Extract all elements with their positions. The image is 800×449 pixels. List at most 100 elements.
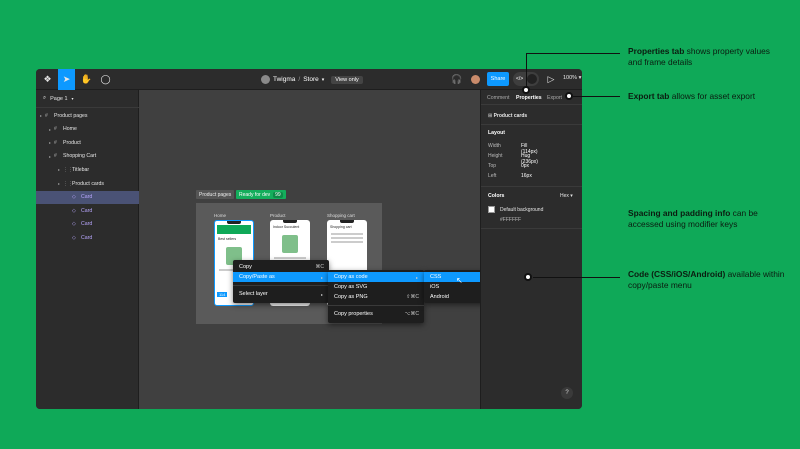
- property-label: Left: [488, 173, 497, 179]
- annotation-title: Export tab: [628, 91, 670, 101]
- toggle-knob: [527, 74, 537, 84]
- share-button[interactable]: Share: [487, 72, 509, 86]
- annotation-dot: [522, 86, 530, 94]
- component-icon: ◇: [72, 234, 76, 241]
- menu-item-copy-properties[interactable]: Copy properties ⌥⌘C: [328, 309, 424, 319]
- user-avatar[interactable]: [469, 69, 481, 90]
- layout-row-top: Top 0px: [488, 163, 529, 169]
- menu-item-copy-as-code[interactable]: Copy as code ▸: [328, 272, 424, 282]
- layers-divider: [36, 107, 139, 108]
- file-title: Twigma / Store ▾ View only: [261, 73, 363, 86]
- annotation-export: Export tab allows for asset export: [628, 91, 788, 102]
- layer-item[interactable]: ▸ ⋮⋮ Product cards: [36, 177, 139, 190]
- layout-heading: Layout: [488, 130, 506, 136]
- move-tool-icon[interactable]: ➤: [58, 69, 75, 90]
- annotation-line: [526, 53, 527, 89]
- phone-notch: [227, 221, 241, 224]
- menu-item-label: Copy: [239, 264, 252, 270]
- layer-item[interactable]: ◇ Card: [36, 218, 139, 231]
- frame-label-home: Home: [214, 213, 227, 218]
- size-badge: 114: [217, 292, 228, 297]
- layers-panel: ⌕ Page 1 ▾ ▸ # Product pages ▸ # Home ▸ # Produc…: [36, 90, 139, 409]
- menu-item-copy-as-png[interactable]: Copy as PNG ⇧⌘C: [328, 292, 424, 302]
- layer-item[interactable]: ◇ Card: [36, 190, 139, 204]
- menu-item-label: Select layer: [239, 291, 268, 297]
- chevron-down-icon[interactable]: ▾: [322, 77, 325, 83]
- menu-item-label: Copy as SVG: [334, 284, 368, 290]
- play-icon[interactable]: ▷: [545, 69, 557, 90]
- frame-icon: ⋮⋮: [63, 180, 73, 187]
- context-menu: Copy ⌘C Copy/Paste as ▸ Select layer ▸: [233, 260, 329, 303]
- toolbar: ❖ ➤ ✋ ◯ Twigma / Store ▾ View only 🎧 Sha…: [36, 69, 582, 90]
- page-selector[interactable]: ⌕ Page 1 ▾: [43, 95, 74, 102]
- page-name: Page 1: [50, 95, 68, 102]
- menu-item-copy[interactable]: Copy ⌘C: [233, 262, 329, 272]
- figma-menu-icon[interactable]: ❖: [39, 69, 56, 90]
- section-tag[interactable]: Product pages: [196, 190, 235, 199]
- layer-item[interactable]: ▸ ⋮⋮ Titlebar: [36, 163, 139, 176]
- tab-export[interactable]: Export: [547, 95, 562, 101]
- annotation-title: Spacing and padding info: [628, 208, 731, 218]
- chevron-right-icon: ▸: [320, 274, 323, 280]
- search-icon[interactable]: ⌕: [43, 95, 46, 102]
- project-name[interactable]: Twigma: [273, 76, 295, 83]
- layer-item[interactable]: ▸ # Home: [36, 123, 139, 136]
- headphones-icon[interactable]: 🎧: [450, 69, 464, 90]
- component-icon: ◇: [72, 194, 76, 201]
- file-name[interactable]: Store: [303, 76, 319, 83]
- text-line: [331, 237, 363, 239]
- help-button[interactable]: ?: [561, 387, 573, 399]
- menu-item-select-layer[interactable]: Select layer ▸: [233, 289, 329, 299]
- color-format-select[interactable]: Hex ▾: [560, 193, 573, 199]
- menu-item-label: Copy properties: [334, 311, 373, 317]
- component-icon: ◇: [72, 221, 76, 228]
- frame-label-product: Product: [270, 213, 286, 218]
- color-hex[interactable]: #FFFFFF: [500, 217, 521, 223]
- menu-item-label: Copy as code: [334, 274, 368, 280]
- promo-banner: [217, 225, 251, 234]
- menu-separator: [233, 285, 329, 286]
- color-name: Default background: [500, 207, 544, 213]
- menu-item-copy-as-svg[interactable]: Copy as SVG: [328, 282, 424, 292]
- annotation-code: Code (CSS/iOS/Android) available within …: [628, 269, 788, 291]
- comment-tool-icon[interactable]: ◯: [97, 69, 114, 90]
- ready-count: 99: [273, 191, 283, 198]
- divider: [481, 186, 582, 187]
- frame-icon: #: [54, 139, 57, 146]
- colors-heading: Colors: [488, 193, 505, 199]
- color-swatch[interactable]: [488, 206, 495, 213]
- layer-item[interactable]: ▸ # Product: [36, 136, 139, 149]
- property-value[interactable]: 16px: [521, 173, 532, 179]
- tab-comment[interactable]: Comment: [487, 95, 510, 101]
- annotation-dot: [565, 92, 573, 100]
- layer-label: Product pages: [54, 112, 88, 119]
- menu-item-copy-paste-as[interactable]: Copy/Paste as ▸: [233, 272, 329, 282]
- layer-item[interactable]: ◇ Card: [36, 231, 139, 244]
- layout-row-left: Left 16px: [488, 173, 532, 179]
- inspect-panel: Comment Properties Export ⊞ Product card…: [480, 90, 582, 409]
- figma-app-window: ❖ ➤ ✋ ◯ Twigma / Store ▾ View only 🎧 Sha…: [36, 69, 582, 409]
- layer-item[interactable]: ▸ # Shopping Cart: [36, 150, 139, 163]
- frame-label-cart: Shopping cart: [327, 213, 355, 218]
- property-value[interactable]: 0px: [521, 163, 529, 169]
- layer-item[interactable]: ◇ Card: [36, 204, 139, 217]
- layout-row-height: Height Hug (236px): [488, 153, 538, 165]
- annotation-line: [533, 277, 620, 278]
- shortcut: ⇧⌘C: [406, 294, 419, 300]
- selection-name: ⊞ Product cards: [488, 113, 527, 119]
- menu-item-label: Copy as PNG: [334, 294, 368, 300]
- code-icon: </>: [516, 76, 524, 82]
- canvas[interactable]: Product pages Ready for dev 99 Home Prod…: [139, 90, 520, 409]
- chevron-right-icon: ▸: [415, 274, 418, 280]
- layer-label: Shopping Cart: [63, 153, 97, 160]
- annotation-dot: [524, 273, 532, 281]
- zoom-level[interactable]: 100% ▾: [563, 75, 581, 81]
- ready-for-dev-tag[interactable]: Ready for dev 99: [236, 190, 286, 199]
- annotation-title: Properties tab: [628, 46, 685, 56]
- layer-item[interactable]: ▸ # Product pages: [36, 109, 139, 122]
- shortcut: ⌥⌘C: [404, 311, 419, 317]
- tab-properties[interactable]: Properties: [516, 95, 542, 101]
- annotation-title: Code (CSS/iOS/Android): [628, 269, 726, 279]
- annotation-text: allows for asset export: [669, 91, 756, 101]
- hand-tool-icon[interactable]: ✋: [78, 69, 95, 90]
